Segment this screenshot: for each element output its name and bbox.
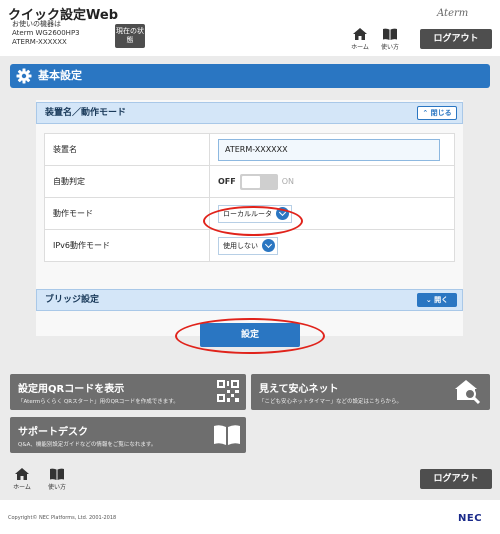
device-label: お使いの機器は — [12, 20, 61, 28]
ipv6-mode-select[interactable]: 使用しない — [218, 236, 278, 255]
footer-help-button[interactable]: 使い方 — [44, 467, 70, 491]
footer-logout-button[interactable]: ログアウト — [420, 469, 492, 489]
table-row: 装置名 ATERM-XXXXXX — [44, 133, 455, 166]
safe-net-title: 見えて安心ネット — [259, 384, 339, 395]
footer-home-button[interactable]: ホーム — [9, 467, 35, 491]
device-name: ATERM-XXXXXX — [12, 38, 67, 46]
support-title: サポートデスク — [18, 427, 88, 438]
collapse-label: 閉じる — [430, 109, 452, 117]
device-name-cell: ATERM-XXXXXX — [209, 133, 455, 166]
operation-mode-label: 動作モード — [44, 197, 210, 230]
device-mode-header: 装置名／動作モード ⌃ 閉じる — [36, 102, 463, 124]
section-title: 基本設定 — [38, 69, 82, 82]
collapse-button[interactable]: ⌃ 閉じる — [417, 106, 457, 120]
book-icon — [383, 28, 397, 40]
auto-detect-cell: OFF ON — [209, 165, 455, 198]
device-info: お使いの機器は Aterm WG2600HP3 ATERM-XXXXXX — [12, 20, 80, 47]
support-desc: Q&A、機能別設定ガイドなどの情報をご覧になれます。 — [18, 442, 157, 448]
safe-net-card[interactable]: 見えて安心ネット 「こども安心ネットタイマー」などの設定はこちらから。 — [251, 374, 490, 410]
qr-code-card[interactable]: 設定用QRコードを表示 「Atermらくらく QRスタート」用のQRコードを作成… — [10, 374, 246, 410]
device-name-input[interactable]: ATERM-XXXXXX — [218, 138, 440, 161]
toggle-knob — [241, 175, 260, 188]
current-status-label: 現在の状態 — [116, 27, 144, 44]
home-button[interactable]: ホーム — [347, 27, 373, 51]
logout-label: ログアウト — [433, 34, 479, 44]
ipv6-mode-value: 使用しない — [223, 241, 258, 250]
table-row: 自動判定 OFF ON — [44, 165, 455, 198]
help-label: 使い方 — [380, 44, 399, 51]
aterm-logo: Aterm — [437, 8, 469, 19]
footer-home-label: ホーム — [13, 484, 31, 491]
safe-net-desc: 「こども安心ネットタイマー」などの設定はこちらから。 — [259, 399, 403, 405]
ipv6-mode-label: IPv6動作モード — [44, 229, 210, 262]
header: クイック設定Web お使いの機器は Aterm WG2600HP3 ATERM-… — [0, 0, 500, 56]
device-model: Aterm WG2600HP3 — [12, 29, 80, 37]
auto-detect-toggle-group: OFF ON — [218, 173, 454, 190]
help-button[interactable]: 使い方 — [377, 27, 403, 51]
chevron-down-icon — [262, 239, 275, 252]
bridge-settings-title: ブリッジ設定 — [45, 295, 100, 305]
auto-detect-toggle[interactable] — [239, 173, 278, 190]
home-icon — [15, 468, 29, 480]
expand-button[interactable]: ⌄ 開く — [417, 293, 457, 307]
current-status-button[interactable]: 現在の状態 — [115, 24, 145, 48]
home-label: ホーム — [351, 44, 369, 51]
book-icon — [214, 425, 240, 445]
section-title-bar: 基本設定 — [10, 64, 490, 88]
book-icon — [50, 468, 64, 480]
nec-logo: NEC — [458, 513, 483, 524]
support-desk-card[interactable]: サポートデスク Q&A、機能別設定ガイドなどの情報をご覧になれます。 — [10, 417, 246, 453]
table-row: IPv6動作モード 使用しない — [44, 229, 455, 262]
gear-icon — [16, 68, 32, 84]
table-row: 動作モード ローカルルータ — [44, 197, 455, 230]
submit-button[interactable]: 設定 — [200, 323, 300, 347]
qr-code-icon — [217, 380, 239, 402]
footer-logout-label: ログアウト — [433, 474, 479, 484]
expand-label: 開く — [434, 296, 449, 304]
ipv6-mode-cell: 使用しない — [209, 229, 455, 262]
toggle-on-label: ON — [281, 177, 295, 186]
qr-card-desc: 「Atermらくらく QRスタート」用のQRコードを作成できます。 — [18, 399, 179, 405]
settings-table: 装置名 ATERM-XXXXXX 自動判定 OFF ON 動作モード ローカルル… — [44, 133, 455, 262]
toggle-off-label: OFF — [218, 177, 236, 186]
home-icon — [353, 28, 367, 40]
operation-mode-value: ローカルルータ — [223, 209, 272, 218]
bridge-settings-header: ブリッジ設定 ⌄ 開く — [36, 289, 463, 311]
footer-help-label: 使い方 — [47, 484, 66, 491]
copyright-bar: Copyright© NEC Platforms, Ltd. 2001-2018… — [0, 500, 500, 534]
submit-label: 設定 — [240, 330, 259, 340]
chevron-down-icon — [276, 207, 289, 220]
qr-card-title: 設定用QRコードを表示 — [18, 384, 125, 395]
copyright-text: Copyright© NEC Platforms, Ltd. 2001-2018 — [8, 515, 117, 521]
home-search-icon — [455, 380, 481, 405]
device-name-label: 装置名 — [44, 133, 210, 166]
operation-mode-select[interactable]: ローカルルータ — [218, 204, 292, 223]
operation-mode-cell: ローカルルータ — [209, 197, 455, 230]
device-mode-title: 装置名／動作モード — [45, 108, 127, 118]
auto-detect-label: 自動判定 — [44, 165, 210, 198]
logout-button[interactable]: ログアウト — [420, 29, 492, 49]
